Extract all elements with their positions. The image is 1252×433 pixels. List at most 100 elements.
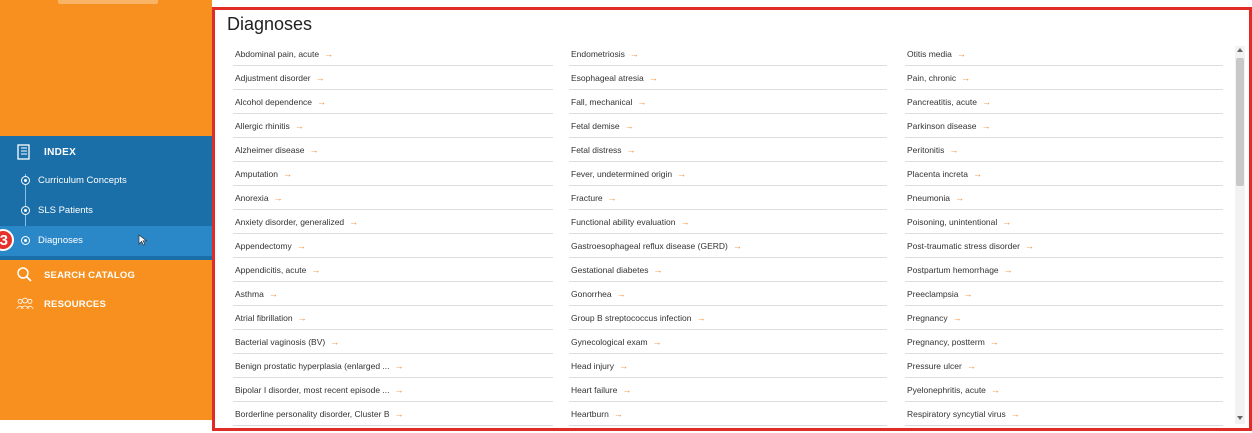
diagnosis-link[interactable]: Endometriosis → [569,42,887,66]
diagnosis-link[interactable]: Pyelonephritis, acute → [905,378,1223,402]
diagnosis-label: Endometriosis [571,48,625,59]
diagnosis-link[interactable]: Bacterial vaginosis (BV) → [233,330,553,354]
diagnosis-label: Anxiety disorder, generalized [235,216,345,227]
diagnosis-link[interactable]: Anorexia → [233,186,553,210]
diagnosis-link[interactable]: Pregnancy, postterm → [905,330,1223,354]
arrow-right-icon: → [981,96,991,107]
diagnosis-link[interactable]: Gastroesophageal reflux disease (GERD) → [569,234,887,258]
diagnosis-link[interactable]: Anxiety disorder, generalized → [233,210,553,234]
diagnosis-link[interactable]: Fetal distress → [569,138,887,162]
sidebar-item-diagnoses[interactable]: Diagnoses [0,226,212,256]
diagnosis-link[interactable]: Fever, undetermined origin → [569,162,887,186]
diagnosis-link[interactable]: Allergic rhinitis → [233,114,553,138]
diagnosis-link[interactable]: Fetal demise → [569,114,887,138]
scroll-thumb[interactable] [1236,58,1244,186]
diagnosis-link[interactable]: Head injury → [569,354,887,378]
scroll-up-icon[interactable] [1237,48,1243,52]
diagnosis-label: Heart failure [571,384,618,395]
diagnosis-link[interactable]: Adjustment disorder → [233,66,553,90]
diagnosis-link[interactable]: Gynecological exam → [569,330,887,354]
sidebar-item-sls-patients[interactable]: SLS Patients [0,196,212,226]
diagnosis-link[interactable]: Abdominal pain, acute → [233,42,553,66]
diagnosis-link[interactable]: Heart failure → [569,378,887,402]
scrollbar[interactable] [1235,46,1245,424]
diagnosis-link[interactable]: Parkinson disease → [905,114,1223,138]
diagnosis-link[interactable]: Fracture → [569,186,887,210]
arrow-right-icon: → [966,360,976,371]
arrow-right-icon: → [952,312,962,323]
diagnosis-link[interactable]: Preeclampsia → [905,282,1223,306]
diagnosis-link[interactable]: Gonorrhea → [569,282,887,306]
diagnosis-label: Preeclampsia [907,288,959,299]
arrow-right-icon: → [1024,240,1034,251]
arrow-right-icon: → [317,96,327,107]
search-icon [17,267,32,282]
diagnosis-label: Adjustment disorder [235,72,311,83]
diagnosis-link[interactable]: Alzheimer disease → [233,138,553,162]
diagnosis-label: Appendectomy [235,240,292,251]
diagnosis-link[interactable]: Bipolar I disorder, most recent episode … [233,378,553,402]
diagnosis-link[interactable]: Post-traumatic stress disorder → [905,234,1223,258]
diagnosis-link[interactable]: Esophageal atresia → [569,66,887,90]
diagnosis-link[interactable]: Pneumonia → [905,186,1223,210]
diagnosis-label: Bipolar I disorder, most recent episode … [235,384,390,395]
arrow-right-icon: → [283,168,292,179]
sidebar-item-curriculum-concepts[interactable]: Curriculum Concepts [0,166,212,196]
diagnosis-link[interactable]: Placenta increta → [905,162,1223,186]
diagnosis-label: Gonorrhea [571,288,612,299]
diagnosis-link[interactable]: Respiratory syncytial virus → [905,402,1223,426]
diagnosis-link[interactable]: Alcohol dependence → [233,90,553,114]
diagnosis-label: Gestational diabetes [571,264,649,275]
diagnosis-label: Pregnancy, postterm [907,336,985,347]
diagnosis-label: Gynecological exam [571,336,648,347]
diagnosis-label: Alzheimer disease [235,144,305,155]
sidebar-item-resources[interactable]: RESOURCES [0,290,212,318]
arrow-right-icon: → [624,120,634,131]
diagnosis-link[interactable]: Atrial fibrillation → [233,306,553,330]
diagnosis-label: Head injury [571,360,614,371]
diagnosis-link[interactable]: Peritonitis → [905,138,1223,162]
diagnosis-label: Appendicitis, acute [235,264,307,275]
page-title: Diagnoses [227,14,313,34]
diagnosis-link[interactable]: Appendicitis, acute → [233,258,553,282]
arrow-right-icon: → [619,360,628,371]
arrow-right-icon: → [273,192,283,203]
diagnosis-link[interactable]: Benign prostatic hyperplasia (enlarged .… [233,354,553,378]
nav-label: RESOURCES [44,299,106,310]
diagnosis-link[interactable]: Pancreatitis, acute → [905,90,1223,114]
diagnosis-link[interactable]: Poisoning, unintentional → [905,210,1223,234]
diagnosis-link[interactable]: Functional ability evaluation → [569,210,887,234]
diagnosis-link[interactable]: Heartburn → [569,402,887,426]
diagnosis-link[interactable]: Postpartum hemorrhage → [905,258,1223,282]
diagnosis-link[interactable]: Gestational diabetes → [569,258,887,282]
diagnosis-link[interactable]: Pregnancy → [905,306,1223,330]
arrow-right-icon: → [296,240,306,251]
sidebar-item-search-catalog[interactable]: SEARCH CATALOG [0,261,212,289]
arrow-right-icon: → [324,48,334,59]
diagnosis-link[interactable]: Appendectomy → [233,234,553,258]
arrow-right-icon: → [653,264,663,275]
diagnosis-label: Abdominal pain, acute [235,48,320,59]
diagnosis-link[interactable]: Fall, mechanical → [569,90,887,114]
sidebar-item-label: Curriculum Concepts [38,175,127,186]
arrow-right-icon: → [629,48,639,59]
arrow-right-icon: → [297,312,307,323]
diagnosis-link[interactable]: Pain, chronic → [905,66,1223,90]
diagnosis-label: Pneumonia [907,192,951,203]
arrow-right-icon: → [955,192,965,203]
arrow-right-icon: → [652,336,662,347]
diagnosis-link[interactable]: Group B streptococcus infection → [569,306,887,330]
scroll-down-icon[interactable] [1237,416,1243,420]
diagnosis-link[interactable]: Amputation → [233,162,553,186]
arrow-right-icon: → [1010,408,1020,419]
arrow-right-icon: → [349,216,359,227]
diagnosis-link[interactable]: Borderline personality disorder, Cluster… [233,402,553,426]
diagnosis-link[interactable]: Otitis media → [905,42,1223,66]
index-header[interactable]: INDEX [0,136,212,170]
arrow-right-icon: → [622,384,632,395]
diagnosis-link[interactable]: Pressure ulcer → [905,354,1223,378]
diagnosis-link[interactable]: Asthma → [233,282,553,306]
mouse-cursor-icon [138,234,148,246]
diagnosis-label: Alcohol dependence [235,96,313,107]
sidebar: INDEX Curriculum Concepts SLS Patients D… [0,0,212,433]
